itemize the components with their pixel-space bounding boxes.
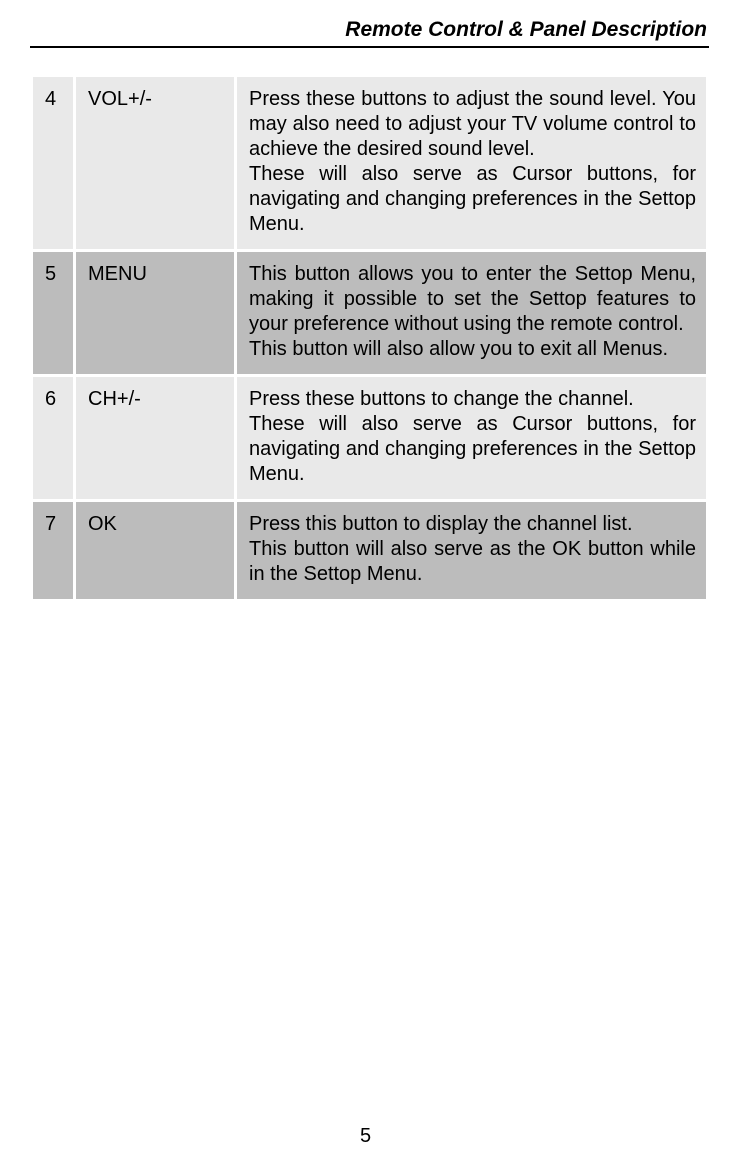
document-page: Remote Control & Panel Description 4 VOL…: [0, 0, 731, 1170]
row-number: 4: [33, 77, 73, 249]
controls-table: 4 VOL+/- Press these buttons to adjust t…: [30, 74, 709, 602]
table-row: 7 OK Press this button to display the ch…: [33, 502, 706, 599]
button-description: Press these buttons to change the channe…: [237, 377, 706, 499]
description-text: This button allows you to enter the Sett…: [249, 262, 696, 337]
row-number: 5: [33, 252, 73, 374]
table-row: 6 CH+/- Press these buttons to change th…: [33, 377, 706, 499]
description-text: These will also serve as Cursor buttons,…: [249, 412, 696, 487]
description-text: These will also serve as Cursor buttons,…: [249, 162, 696, 237]
row-number: 6: [33, 377, 73, 499]
button-name: VOL+/-: [76, 77, 234, 249]
button-description: Press these buttons to adjust the sound …: [237, 77, 706, 249]
button-description: Press this button to display the channel…: [237, 502, 706, 599]
description-text: Press these buttons to adjust the sound …: [249, 87, 696, 162]
description-text: Press these buttons to change the channe…: [249, 387, 696, 412]
button-name: CH+/-: [76, 377, 234, 499]
description-text: This button will also serve as the OK bu…: [249, 537, 696, 587]
table-row: 5 MENU This button allows you to enter t…: [33, 252, 706, 374]
page-header-title: Remote Control & Panel Description: [30, 18, 709, 48]
table-row: 4 VOL+/- Press these buttons to adjust t…: [33, 77, 706, 249]
description-text: Press this button to display the channel…: [249, 512, 696, 537]
page-number: 5: [0, 1125, 731, 1148]
description-text: This button will also allow you to exit …: [249, 337, 696, 362]
button-name: MENU: [76, 252, 234, 374]
button-name: OK: [76, 502, 234, 599]
button-description: This button allows you to enter the Sett…: [237, 252, 706, 374]
row-number: 7: [33, 502, 73, 599]
